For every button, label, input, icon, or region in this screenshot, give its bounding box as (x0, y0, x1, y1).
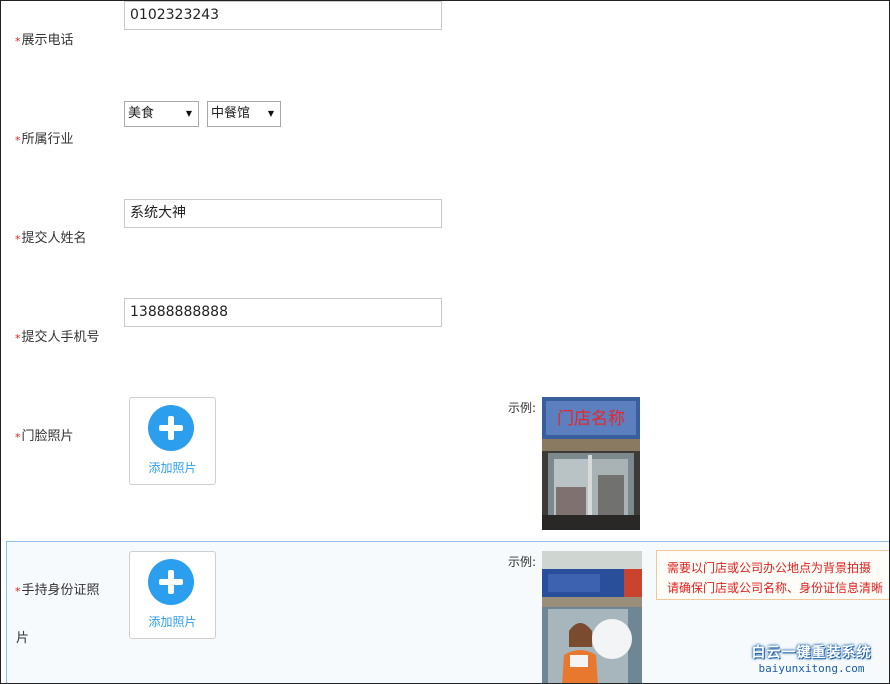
industry-primary-select[interactable]: 美食 ▼ (124, 101, 199, 127)
sign-text: 门店名称 (557, 409, 625, 429)
phone-label: *展示电话 (15, 33, 74, 48)
industry-label: *所属行业 (15, 132, 74, 147)
required-marker: * (15, 431, 21, 444)
tip-line-1: 需要以门店或公司办公地点为背景拍摄 (667, 561, 872, 575)
id-example-image (542, 551, 642, 683)
id-photo-label: *手持身份证照 (15, 583, 100, 598)
example-label: 示例: (508, 555, 537, 569)
tip-line-2: 请确保门店或公司名称、身份证信息清晰 (667, 581, 884, 595)
id-photo-label-line2: 片 (16, 631, 30, 646)
watermark-logo: 白云一键重装系统 baiyunxitong.com (739, 642, 884, 675)
submitter-mobile-input[interactable]: 13888888888 (124, 298, 442, 327)
required-marker: * (15, 233, 21, 246)
form-container: *展示电话 0102323243 *所属行业 美食 ▼ 中餐馆 ▼ *提交人姓名… (0, 0, 890, 684)
submitter-name-input[interactable]: 系统大神 (124, 199, 442, 228)
submitter-mobile-label: *提交人手机号 (15, 330, 100, 345)
submitter-name-label: *提交人姓名 (15, 231, 87, 246)
required-marker: * (15, 332, 21, 345)
required-marker: * (15, 585, 21, 598)
required-marker: * (15, 35, 21, 48)
chevron-down-icon: ▼ (185, 109, 192, 118)
storefront-upload-button[interactable]: 添加照片 (129, 397, 216, 485)
plus-icon (148, 559, 194, 605)
storefront-photo-label: *门脸照片 (15, 429, 74, 444)
upload-label: 添加照片 (148, 461, 197, 475)
id-upload-button[interactable]: 添加照片 (129, 551, 216, 639)
storefront-example-image: 门店名称 (542, 397, 640, 530)
industry-secondary-value: 中餐馆 (211, 106, 251, 121)
photo-requirement-tip: 需要以门店或公司办公地点为背景拍摄 请确保门店或公司名称、身份证信息清晰 (656, 550, 889, 600)
phone-input[interactable]: 0102323243 (124, 1, 442, 30)
watermark-cn: 白云一键重装系统 (751, 645, 872, 661)
required-marker: * (15, 134, 21, 147)
example-label: 示例: (508, 401, 537, 415)
industry-primary-value: 美食 (128, 106, 155, 121)
watermark-en: baiyunxitong.com (758, 662, 865, 675)
industry-secondary-select[interactable]: 中餐馆 ▼ (207, 101, 281, 127)
upload-label: 添加照片 (148, 615, 197, 629)
plus-icon (148, 405, 194, 451)
chevron-down-icon: ▼ (267, 109, 274, 118)
